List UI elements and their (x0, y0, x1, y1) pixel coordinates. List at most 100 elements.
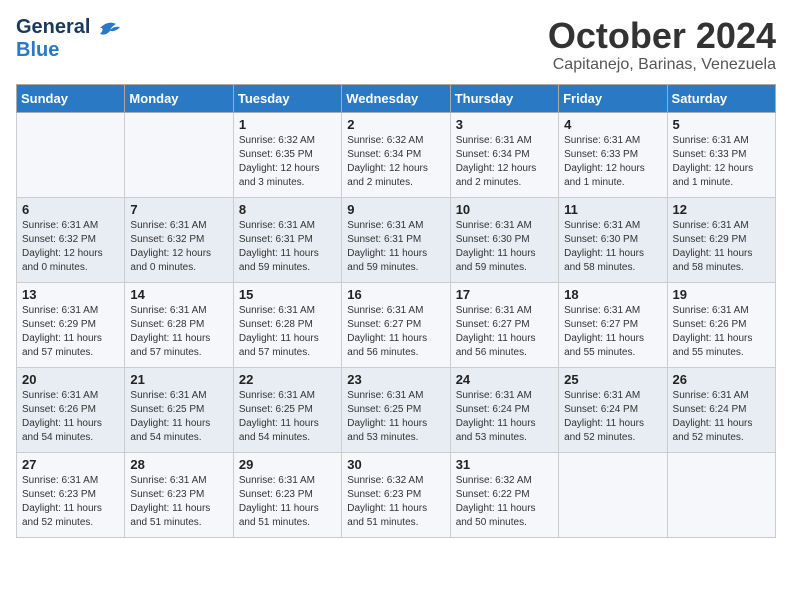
day-info: Sunrise: 6:31 AM Sunset: 6:23 PM Dayligh… (239, 474, 336, 530)
logo-bird-icon (94, 18, 122, 38)
month-title: October 2024 (548, 16, 776, 56)
calendar-cell (559, 452, 667, 537)
day-info: Sunrise: 6:31 AM Sunset: 6:27 PM Dayligh… (456, 304, 553, 360)
day-info: Sunrise: 6:31 AM Sunset: 6:28 PM Dayligh… (130, 304, 227, 360)
calendar-cell: 6 Sunrise: 6:31 AM Sunset: 6:32 PM Daylig… (17, 197, 125, 282)
day-info: Sunrise: 6:31 AM Sunset: 6:30 PM Dayligh… (564, 219, 661, 275)
day-number: 16 (347, 287, 444, 302)
calendar-cell: 22 Sunrise: 6:31 AM Sunset: 6:25 PM Dayli… (233, 367, 341, 452)
day-info: Sunrise: 6:31 AM Sunset: 6:23 PM Dayligh… (130, 474, 227, 530)
calendar-cell: 18Sunrise: 6:31 AM Sunset: 6:27 PM Dayli… (559, 282, 667, 367)
day-info: Sunrise: 6:31 AM Sunset: 6:25 PM Dayligh… (347, 389, 444, 445)
day-info: Sunrise: 6:32 AM Sunset: 6:34 PM Dayligh… (347, 134, 444, 190)
day-number: 11 (564, 202, 661, 217)
logo-general-text: General (16, 16, 90, 39)
calendar-cell: 3Sunrise: 6:31 AM Sunset: 6:34 PM Daylig… (450, 112, 558, 197)
day-number: 12 (673, 202, 770, 217)
day-info: Sunrise: 6:31 AM Sunset: 6:23 PM Dayligh… (22, 474, 119, 530)
calendar-cell: 8Sunrise: 6:31 AM Sunset: 6:31 PM Daylig… (233, 197, 341, 282)
day-number: 29 (239, 457, 336, 472)
day-number: 31 (456, 457, 553, 472)
day-info: Sunrise: 6:31 AM Sunset: 6:33 PM Dayligh… (564, 134, 661, 190)
day-number: 8 (239, 202, 336, 217)
calendar-cell: 10Sunrise: 6:31 AM Sunset: 6:30 PM Dayli… (450, 197, 558, 282)
day-number: 20 (22, 372, 119, 387)
day-number: 15 (239, 287, 336, 302)
day-info: Sunrise: 6:31 AM Sunset: 6:26 PM Dayligh… (673, 304, 770, 360)
header-day-monday: Monday (125, 84, 233, 112)
calendar-cell: 16 Sunrise: 6:31 AM Sunset: 6:27 PM Dayli… (342, 282, 450, 367)
header-day-tuesday: Tuesday (233, 84, 341, 112)
day-number: 26 (673, 372, 770, 387)
calendar-cell: 31 Sunrise: 6:32 AM Sunset: 6:22 PM Dayli… (450, 452, 558, 537)
day-number: 18 (564, 287, 661, 302)
calendar-cell: 21 Sunrise: 6:31 AM Sunset: 6:25 PM Dayli… (125, 367, 233, 452)
day-number: 25 (564, 372, 661, 387)
day-number: 28 (130, 457, 227, 472)
week-row-5: 27Sunrise: 6:31 AM Sunset: 6:23 PM Dayli… (17, 452, 776, 537)
day-info: Sunrise: 6:32 AM Sunset: 6:22 PM Dayligh… (456, 474, 553, 530)
day-info: Sunrise: 6:31 AM Sunset: 6:32 PM Dayligh… (130, 219, 227, 275)
calendar-cell: 5Sunrise: 6:31 AM Sunset: 6:33 PM Daylig… (667, 112, 775, 197)
week-row-4: 20 Sunrise: 6:31 AM Sunset: 6:26 PM Dayli… (17, 367, 776, 452)
location-subtitle: Capitanejo, Barinas, Venezuela (548, 56, 776, 74)
calendar-cell: 24 Sunrise: 6:31 AM Sunset: 6:24 PM Dayli… (450, 367, 558, 452)
calendar-cell: 14 Sunrise: 6:31 AM Sunset: 6:28 PM Dayli… (125, 282, 233, 367)
calendar-cell: 28 Sunrise: 6:31 AM Sunset: 6:23 PM Dayli… (125, 452, 233, 537)
day-info: Sunrise: 6:31 AM Sunset: 6:32 PM Dayligh… (22, 219, 119, 275)
day-number: 5 (673, 117, 770, 132)
day-info: Sunrise: 6:31 AM Sunset: 6:25 PM Dayligh… (239, 389, 336, 445)
page-header: General Blue October 2024 Capitanejo, Ba… (16, 16, 776, 74)
day-info: Sunrise: 6:31 AM Sunset: 6:25 PM Dayligh… (130, 389, 227, 445)
day-number: 24 (456, 372, 553, 387)
day-number: 23 (347, 372, 444, 387)
day-info: Sunrise: 6:31 AM Sunset: 6:26 PM Dayligh… (22, 389, 119, 445)
header-day-saturday: Saturday (667, 84, 775, 112)
day-info: Sunrise: 6:31 AM Sunset: 6:29 PM Dayligh… (673, 219, 770, 275)
header-day-friday: Friday (559, 84, 667, 112)
calendar-table: SundayMondayTuesdayWednesdayThursdayFrid… (16, 84, 776, 538)
day-info: Sunrise: 6:31 AM Sunset: 6:24 PM Dayligh… (564, 389, 661, 445)
day-number: 30 (347, 457, 444, 472)
day-info: Sunrise: 6:31 AM Sunset: 6:24 PM Dayligh… (673, 389, 770, 445)
week-row-2: 6 Sunrise: 6:31 AM Sunset: 6:32 PM Daylig… (17, 197, 776, 282)
week-row-3: 13 Sunrise: 6:31 AM Sunset: 6:29 PM Dayli… (17, 282, 776, 367)
calendar-cell (17, 112, 125, 197)
day-number: 21 (130, 372, 227, 387)
calendar-cell: 23 Sunrise: 6:31 AM Sunset: 6:25 PM Dayli… (342, 367, 450, 452)
calendar-cell: 7Sunrise: 6:31 AM Sunset: 6:32 PM Daylig… (125, 197, 233, 282)
day-number: 13 (22, 287, 119, 302)
calendar-cell: 4 Sunrise: 6:31 AM Sunset: 6:33 PM Daylig… (559, 112, 667, 197)
day-info: Sunrise: 6:32 AM Sunset: 6:23 PM Dayligh… (347, 474, 444, 530)
week-row-1: 1Sunrise: 6:32 AM Sunset: 6:35 PM Daylig… (17, 112, 776, 197)
day-number: 6 (22, 202, 119, 217)
calendar-cell (125, 112, 233, 197)
calendar-cell: 25 Sunrise: 6:31 AM Sunset: 6:24 PM Dayli… (559, 367, 667, 452)
calendar-cell: 27Sunrise: 6:31 AM Sunset: 6:23 PM Dayli… (17, 452, 125, 537)
calendar-cell: 2 Sunrise: 6:32 AM Sunset: 6:34 PM Daylig… (342, 112, 450, 197)
day-info: Sunrise: 6:32 AM Sunset: 6:35 PM Dayligh… (239, 134, 336, 190)
calendar-cell: 26 Sunrise: 6:31 AM Sunset: 6:24 PM Dayli… (667, 367, 775, 452)
calendar-cell: 19 Sunrise: 6:31 AM Sunset: 6:26 PM Dayli… (667, 282, 775, 367)
day-info: Sunrise: 6:31 AM Sunset: 6:24 PM Dayligh… (456, 389, 553, 445)
day-info: Sunrise: 6:31 AM Sunset: 6:28 PM Dayligh… (239, 304, 336, 360)
day-info: Sunrise: 6:31 AM Sunset: 6:34 PM Dayligh… (456, 134, 553, 190)
calendar-body: 1Sunrise: 6:32 AM Sunset: 6:35 PM Daylig… (17, 112, 776, 537)
day-number: 22 (239, 372, 336, 387)
calendar-cell: 15 Sunrise: 6:31 AM Sunset: 6:28 PM Dayli… (233, 282, 341, 367)
day-info: Sunrise: 6:31 AM Sunset: 6:30 PM Dayligh… (456, 219, 553, 275)
day-info: Sunrise: 6:31 AM Sunset: 6:27 PM Dayligh… (347, 304, 444, 360)
day-info: Sunrise: 6:31 AM Sunset: 6:29 PM Dayligh… (22, 304, 119, 360)
calendar-cell: 30 Sunrise: 6:32 AM Sunset: 6:23 PM Dayli… (342, 452, 450, 537)
calendar-cell: 12 Sunrise: 6:31 AM Sunset: 6:29 PM Dayli… (667, 197, 775, 282)
day-number: 2 (347, 117, 444, 132)
day-number: 14 (130, 287, 227, 302)
day-number: 4 (564, 117, 661, 132)
day-number: 17 (456, 287, 553, 302)
logo: General Blue (16, 16, 122, 62)
day-number: 19 (673, 287, 770, 302)
calendar-cell: 17 Sunrise: 6:31 AM Sunset: 6:27 PM Dayli… (450, 282, 558, 367)
calendar-cell: 11 Sunrise: 6:31 AM Sunset: 6:30 PM Dayli… (559, 197, 667, 282)
header-row: SundayMondayTuesdayWednesdayThursdayFrid… (17, 84, 776, 112)
calendar-cell: 29 Sunrise: 6:31 AM Sunset: 6:23 PM Dayli… (233, 452, 341, 537)
